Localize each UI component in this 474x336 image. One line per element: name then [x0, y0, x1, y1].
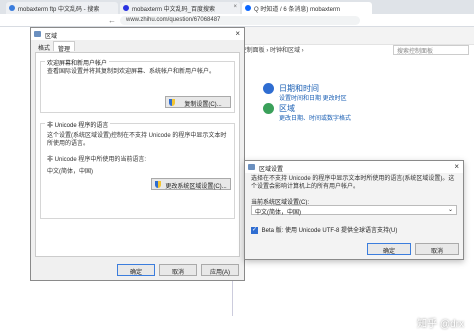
region-settings-titlebar: 区域设置 ×	[245, 161, 463, 173]
group-title: 非 Unicode 程序的语言	[45, 120, 111, 129]
group-description: 查看国际设置并将其复制到欢迎屏幕、系统帐户和新用户帐户。	[47, 69, 216, 75]
watermark: 知乎 @drx	[417, 319, 464, 330]
tab-administrative[interactable]: 管理	[53, 41, 76, 53]
checkbox-label: Beta 版: 使用 Unicode UTF-8 提供全球语言支持(U)	[261, 228, 398, 234]
region-window-icon	[34, 31, 41, 37]
close-icon[interactable]: ×	[235, 29, 240, 38]
tab-label: mobaxterm ftp 中文乱码 - 搜索	[18, 7, 100, 13]
ok-button[interactable]: 确定	[117, 264, 155, 276]
browser-tab-active[interactable]: Q 时知道 / 6 条消息) mobaxterm	[242, 2, 372, 14]
globe-icon	[263, 103, 274, 114]
administrative-panel: 欢迎屏幕和新用户帐户 查看国际设置并将其复制到欢迎屏幕、系统帐户和新用户帐户。 …	[35, 52, 240, 257]
copy-settings-button[interactable]: 复制设置(C)...	[165, 96, 231, 108]
dialog-footer: 确定 取消 应用(A)	[31, 260, 244, 280]
group-description: 这个设置(系统区域设置)控制在不支持 Unicode 的程序中显示文本时所使用的…	[47, 133, 227, 147]
control-panel-titlebar	[233, 27, 474, 45]
favicon-icon	[245, 5, 251, 11]
unicode-group: 非 Unicode 程序的语言 这个设置(系统区域设置)控制在不支持 Unico…	[40, 120, 235, 219]
current-language-label: 非 Unicode 程序中所使用的当前语言:	[47, 157, 147, 163]
region-window-icon	[248, 164, 255, 170]
region-dialog: 区域 × 格式 管理 欢迎屏幕和新用户帐户 查看国际设置并将其复制到欢迎屏幕、系…	[30, 27, 245, 281]
clock-icon	[263, 83, 274, 94]
checkbox-checked-icon[interactable]: ✓	[251, 226, 258, 234]
cancel-button[interactable]: 取消	[415, 243, 459, 255]
change-locale-button[interactable]: 更改系统区域设置(C)...	[151, 178, 231, 190]
breadcrumb[interactable]: › 控制面板 › 时钟和区域 ›	[237, 45, 387, 55]
dialog-title: 区域设置	[259, 167, 284, 173]
favicon-icon	[123, 5, 129, 11]
region-settings-dialog: 区域设置 × 选择在不支持 Unicode 的程序中显示文本时所使用的语言(系统…	[244, 160, 464, 260]
region-tabs: 格式 管理	[31, 40, 244, 53]
favicon-icon	[9, 5, 15, 11]
utf8-beta-checkbox[interactable]: ✓ Beta 版: 使用 Unicode UTF-8 提供全球语言支持(U)	[251, 225, 397, 234]
system-locale-select[interactable]: 中文(简体，中国) ⌄	[251, 205, 457, 216]
welcome-group: 欢迎屏幕和新用户帐户 查看国际设置并将其复制到欢迎屏幕、系统帐户和新用户帐户。 …	[40, 58, 235, 113]
region-dialog-titlebar: 区域 ×	[31, 28, 244, 40]
close-icon[interactable]: ×	[233, 4, 237, 10]
cp-item-links[interactable]: 设置时间和日期 更改时区	[279, 93, 347, 102]
cp-item-links[interactable]: 更改日期、时间或数字格式	[279, 113, 351, 122]
tab-format[interactable]: 格式	[34, 41, 54, 52]
select-value: 中文(简体，中国)	[255, 210, 301, 216]
url-field[interactable]: www.zhihu.com/question/67068487	[120, 16, 360, 25]
browser-tab[interactable]: mobaxterm ftp 中文乱码 - 搜索	[6, 2, 118, 14]
address-bar: ← www.zhihu.com/question/67068487	[0, 14, 474, 27]
browser-tab-bar: mobaxterm ftp 中文乱码 - 搜索 mobaxterm 中文乱码_百…	[0, 0, 474, 14]
apply-button[interactable]: 应用(A)	[201, 264, 239, 276]
chevron-down-icon: ⌄	[447, 207, 453, 213]
search-input[interactable]: 搜索控制面板	[393, 45, 469, 55]
ok-button[interactable]: 确定	[367, 243, 411, 255]
tab-label: Q 时知道 / 6 条消息) mobaxterm	[254, 7, 341, 13]
region-settings-description: 选择在不支持 Unicode 的程序中显示文本时所使用的语言(系统区域设置)。这…	[251, 176, 455, 190]
back-arrow-icon[interactable]: ←	[108, 16, 116, 25]
cancel-button[interactable]: 取消	[159, 264, 197, 276]
tab-label: mobaxterm 中文乱码_百度搜索	[132, 7, 216, 13]
group-title: 欢迎屏幕和新用户帐户	[45, 58, 110, 67]
browser-tab[interactable]: mobaxterm 中文乱码_百度搜索 ×	[120, 2, 240, 14]
current-language-value: 中文(简体，中国)	[47, 169, 93, 175]
close-icon[interactable]: ×	[454, 162, 459, 171]
